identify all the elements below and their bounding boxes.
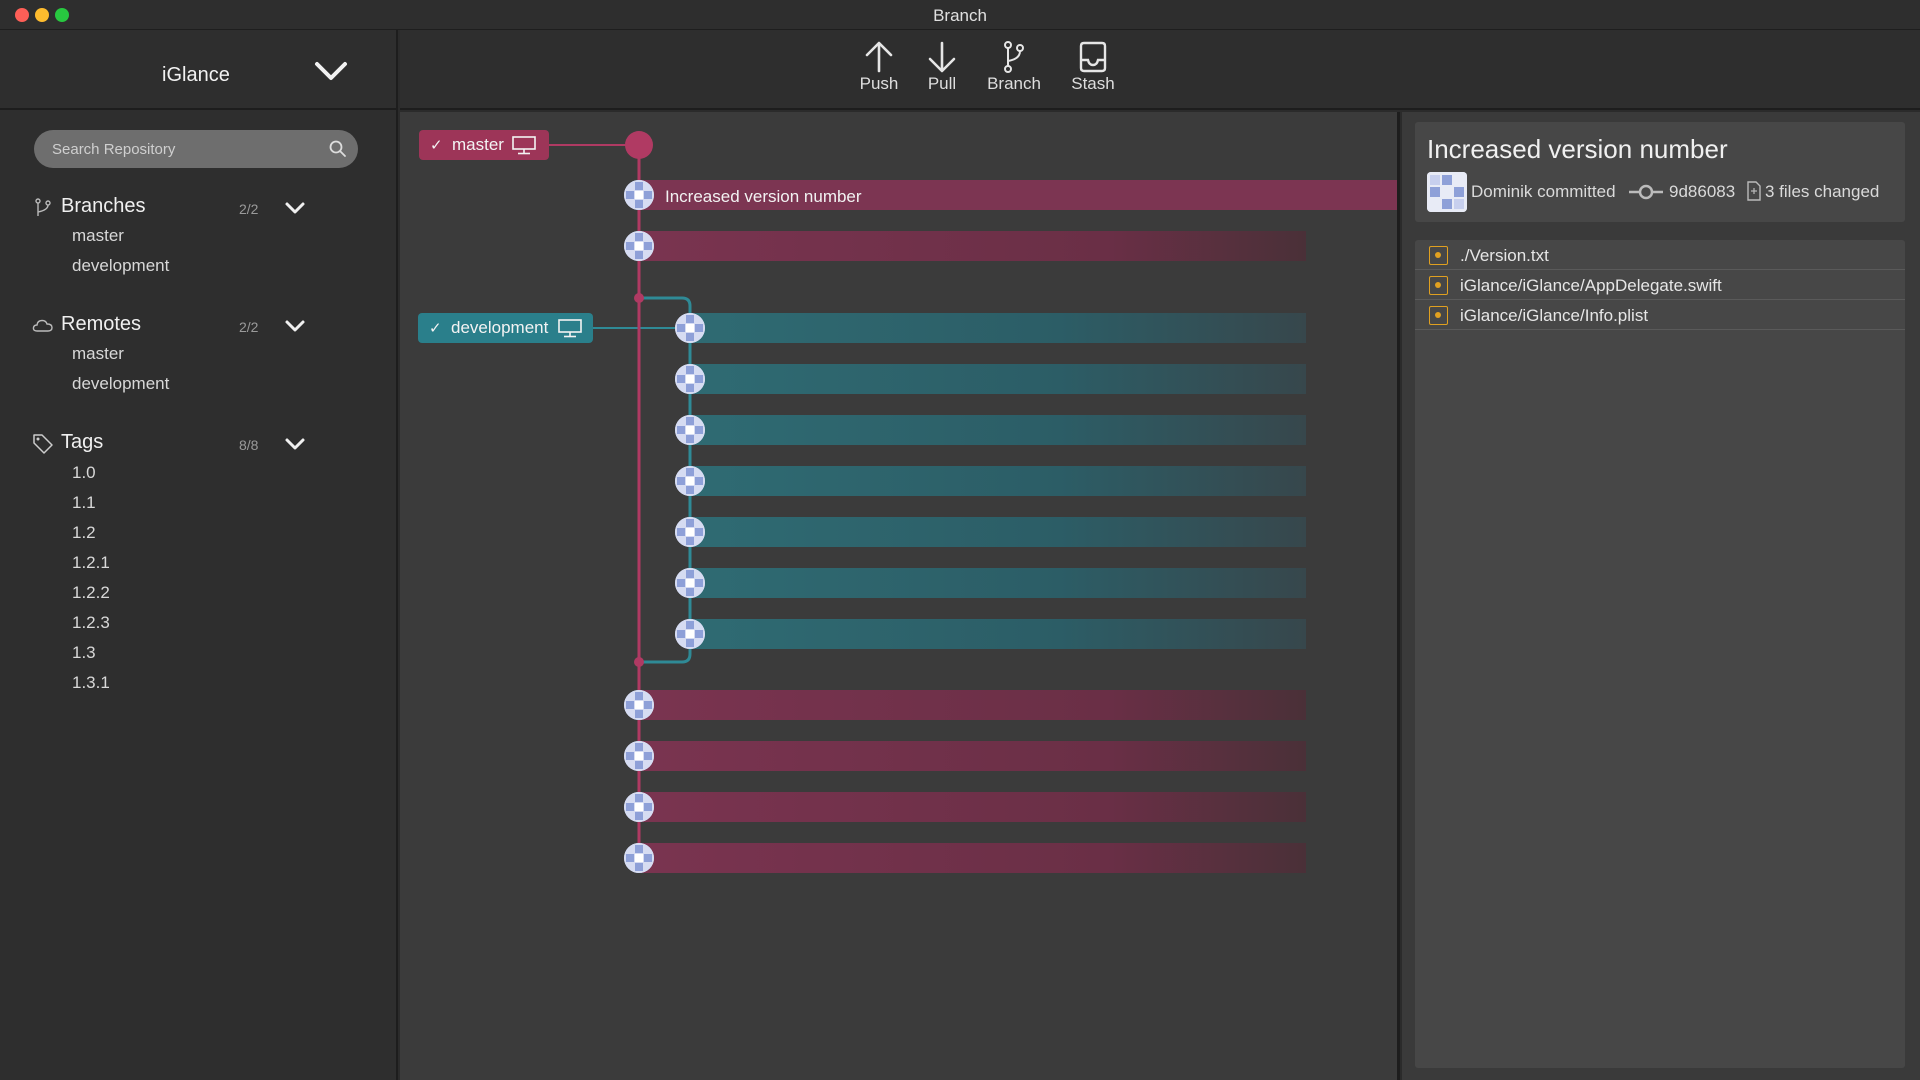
stash-button[interactable]: Stash	[1058, 40, 1128, 106]
file-name: iGlance/iGlance/Info.plist	[1460, 306, 1649, 325]
branch-icon	[1004, 41, 1024, 73]
branch-tag-label: master	[452, 135, 504, 154]
commit-avatar[interactable]	[624, 690, 654, 720]
branch-button[interactable]: Branch	[979, 40, 1049, 106]
commit-hash[interactable]: 9d86083	[1669, 182, 1735, 202]
commit-avatar[interactable]	[624, 231, 654, 261]
sidebar-tag[interactable]: 1.2	[72, 523, 96, 543]
toolbar: Push Pull Branch Stash	[400, 30, 1920, 110]
tags-count: 8/8	[239, 437, 259, 453]
commit-avatar[interactable]	[624, 792, 654, 822]
commit-avatar[interactable]	[624, 741, 654, 771]
files-changed-count: 3 files changed	[1765, 182, 1880, 201]
search-input[interactable]	[52, 130, 322, 168]
tags-section-header[interactable]: Tags 8/8	[30, 429, 330, 459]
arrow-down-icon	[928, 41, 956, 73]
chevron-down-icon[interactable]	[284, 317, 306, 335]
modified-file-icon	[1429, 276, 1448, 295]
search-field[interactable]	[34, 130, 358, 168]
commit-avatar[interactable]	[675, 364, 705, 394]
commit-avatar[interactable]	[675, 415, 705, 445]
commit-avatar[interactable]	[624, 180, 654, 210]
sidebar-tag[interactable]: 1.0	[72, 463, 96, 483]
tag-icon	[33, 434, 53, 454]
branches-section-header[interactable]: Branches 2/2	[30, 193, 330, 223]
author-avatar	[1427, 172, 1467, 212]
sidebar-tag[interactable]: 1.1	[72, 493, 96, 513]
repo-name: iGlance	[162, 64, 230, 86]
commit-author: Dominik committed	[1471, 182, 1616, 201]
branches-title: Branches	[61, 195, 146, 217]
remotes-count: 2/2	[239, 319, 259, 335]
modified-file-icon	[1429, 246, 1448, 265]
commit-icon	[1629, 184, 1663, 200]
sidebar-tag[interactable]: 1.3	[72, 643, 96, 663]
branches-count: 2/2	[239, 201, 259, 217]
commit-graph: Increased version number ✓ master ✓ deve…	[400, 112, 1400, 1080]
chevron-down-icon[interactable]	[284, 199, 306, 217]
push-label: Push	[859, 74, 899, 93]
pull-label: Pull	[927, 74, 957, 93]
repo-selector[interactable]: iGlance	[0, 30, 398, 110]
stash-label: Stash	[1071, 74, 1115, 93]
check-icon: ✓	[429, 320, 442, 337]
commit-avatar[interactable]	[675, 466, 705, 496]
commit-avatar[interactable]	[624, 843, 654, 873]
sidebar: iGlance Branches 2/2 master development …	[0, 30, 398, 1080]
sidebar-tag[interactable]: 1.3.1	[72, 673, 110, 693]
commit-details-panel: Increased version number Dominik committ…	[1402, 112, 1920, 1080]
cloud-icon	[32, 319, 53, 332]
branch-tag-label: development	[451, 318, 549, 337]
search-icon[interactable]	[328, 139, 348, 159]
window-title: Branch	[933, 6, 987, 25]
commit-avatar[interactable]	[675, 619, 705, 649]
title-bar: Branch	[0, 0, 1920, 30]
sidebar-remote-master[interactable]: master	[72, 344, 124, 364]
tray-icon	[1079, 41, 1107, 73]
sidebar-tag[interactable]: 1.2.1	[72, 553, 110, 573]
file-row[interactable]: iGlance/iGlance/Info.plist	[1415, 300, 1905, 330]
remotes-title: Remotes	[61, 313, 142, 335]
document-icon	[1747, 181, 1761, 201]
sidebar-branch-master[interactable]: master	[72, 226, 124, 246]
tags-title: Tags	[61, 431, 104, 453]
file-row[interactable]: ./Version.txt	[1415, 240, 1905, 270]
branch-tag-master[interactable]: ✓ master	[419, 130, 549, 160]
commit-summary: Increased version number Dominik committ…	[1415, 122, 1905, 222]
sidebar-remote-development[interactable]: development	[72, 374, 169, 394]
graph-lines	[548, 131, 692, 858]
sidebar-tag[interactable]: 1.2.3	[72, 613, 110, 633]
branch-tag-development[interactable]: ✓ development	[418, 313, 593, 343]
pull-button[interactable]: Pull	[907, 40, 977, 106]
file-name: ./Version.txt	[1460, 246, 1549, 265]
chevron-down-icon[interactable]	[313, 58, 349, 86]
file-row[interactable]: iGlance/iGlance/AppDelegate.swift	[1415, 270, 1905, 300]
commit-avatar[interactable]	[675, 517, 705, 547]
arrow-up-icon	[865, 41, 893, 73]
commit-avatar[interactable]	[675, 313, 705, 343]
remotes-section-header[interactable]: Remotes 2/2	[30, 311, 330, 341]
commit-title: Increased version number	[1427, 134, 1728, 164]
computer-icon	[512, 136, 536, 155]
commit-avatar[interactable]	[675, 568, 705, 598]
changed-files-list: ./Version.txt iGlance/iGlance/AppDelegat…	[1415, 240, 1905, 1068]
file-name: iGlance/iGlance/AppDelegate.swift	[1460, 276, 1722, 295]
modified-file-icon	[1429, 306, 1448, 325]
sidebar-tag[interactable]: 1.2.2	[72, 583, 110, 603]
computer-icon	[558, 319, 582, 338]
branch-icon	[35, 198, 51, 216]
check-icon: ✓	[430, 137, 443, 154]
push-button[interactable]: Push	[844, 40, 914, 106]
sidebar-branch-development[interactable]: development	[72, 256, 169, 276]
branch-label: Branch	[987, 74, 1041, 93]
chevron-down-icon[interactable]	[284, 435, 306, 453]
